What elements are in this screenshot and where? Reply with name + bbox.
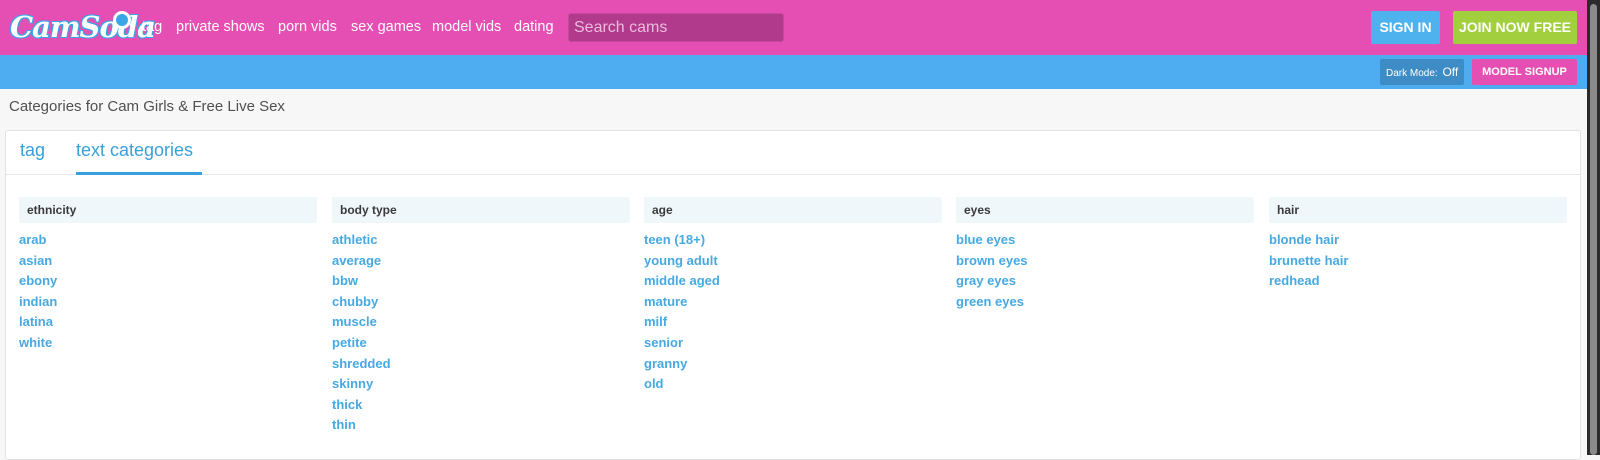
logo-bubble-icon xyxy=(113,11,131,29)
category-link[interactable]: milf xyxy=(644,312,942,333)
join-now-button[interactable]: JOIN NOW FREE xyxy=(1453,11,1577,44)
tab-text-categories[interactable]: text categories xyxy=(76,140,193,161)
category-heading: body type xyxy=(332,197,630,223)
nav-link-porn-vids[interactable]: porn vids xyxy=(278,0,337,55)
category-column-eyes: eyes blue eyes brown eyes gray eyes gree… xyxy=(956,197,1254,312)
camsoda-logo[interactable]: CamSoda xyxy=(10,8,156,46)
category-heading: hair xyxy=(1269,197,1567,223)
category-list: athletic average bbw chubby muscle petit… xyxy=(332,230,630,436)
category-link[interactable]: white xyxy=(19,333,317,354)
sub-header-bar xyxy=(0,55,1587,89)
category-link[interactable]: shredded xyxy=(332,354,630,375)
category-link[interactable]: blonde hair xyxy=(1269,230,1567,251)
category-heading: age xyxy=(644,197,942,223)
category-link[interactable]: thick xyxy=(332,395,630,416)
category-link[interactable]: arab xyxy=(19,230,317,251)
model-signup-button[interactable]: MODEL SIGNUP xyxy=(1472,59,1577,85)
nav-link-dating[interactable]: dating xyxy=(514,0,554,55)
nav-link-private-shows[interactable]: private shows xyxy=(176,0,265,55)
category-link[interactable]: blue eyes xyxy=(956,230,1254,251)
category-link[interactable]: latina xyxy=(19,312,317,333)
dark-mode-value: Off xyxy=(1442,65,1459,79)
dark-mode-toggle[interactable]: Dark Mode: Off xyxy=(1380,59,1464,85)
nav-link-sex-games[interactable]: sex games xyxy=(351,0,421,55)
category-column-ethnicity: ethnicity arab asian ebony indian latina… xyxy=(19,197,317,354)
category-list: blonde hair brunette hair redhead xyxy=(1269,230,1567,292)
sign-in-button[interactable]: SIGN IN xyxy=(1371,11,1440,44)
tab-tag[interactable]: tag xyxy=(20,140,45,161)
category-link[interactable]: middle aged xyxy=(644,271,942,292)
category-link[interactable]: bbw xyxy=(332,271,630,292)
category-link[interactable]: redhead xyxy=(1269,271,1567,292)
category-link[interactable]: brown eyes xyxy=(956,251,1254,272)
category-link[interactable]: average xyxy=(332,251,630,272)
category-link[interactable]: athletic xyxy=(332,230,630,251)
category-column-age: age teen (18+) young adult middle aged m… xyxy=(644,197,942,395)
category-list: arab asian ebony indian latina white xyxy=(19,230,317,354)
category-link[interactable]: senior xyxy=(644,333,942,354)
search-input[interactable] xyxy=(568,13,784,42)
category-column-hair: hair blonde hair brunette hair redhead xyxy=(1269,197,1567,292)
category-link[interactable]: ebony xyxy=(19,271,317,292)
category-link[interactable]: brunette hair xyxy=(1269,251,1567,272)
category-link[interactable]: gray eyes xyxy=(956,271,1254,292)
category-heading: ethnicity xyxy=(19,197,317,223)
category-link[interactable]: green eyes xyxy=(956,292,1254,313)
category-link[interactable]: mature xyxy=(644,292,942,313)
category-link[interactable]: thin xyxy=(332,415,630,436)
logo-text: CamSoda xyxy=(10,10,156,44)
category-link[interactable]: asian xyxy=(19,251,317,272)
category-link[interactable]: skinny xyxy=(332,374,630,395)
category-list: blue eyes brown eyes gray eyes green eye… xyxy=(956,230,1254,312)
category-link[interactable]: granny xyxy=(644,354,942,375)
category-list: teen (18+) young adult middle aged matur… xyxy=(644,230,942,395)
nav-link-model-vids[interactable]: model vids xyxy=(432,0,501,55)
active-tab-indicator xyxy=(76,172,202,175)
category-link[interactable]: teen (18+) xyxy=(644,230,942,251)
nav-link-tag[interactable]: tag xyxy=(142,0,162,55)
scrollbar-thumb[interactable] xyxy=(1590,4,1597,455)
category-column-body-type: body type athletic average bbw chubby mu… xyxy=(332,197,630,436)
category-link[interactable]: indian xyxy=(19,292,317,313)
tab-divider xyxy=(5,174,1581,175)
page-title: Categories for Cam Girls & Free Live Sex xyxy=(9,98,285,115)
dark-mode-label: Dark Mode: xyxy=(1386,68,1438,79)
category-link[interactable]: old xyxy=(644,374,942,395)
category-link[interactable]: young adult xyxy=(644,251,942,272)
category-link[interactable]: petite xyxy=(332,333,630,354)
category-link[interactable]: muscle xyxy=(332,312,630,333)
category-link[interactable]: chubby xyxy=(332,292,630,313)
category-heading: eyes xyxy=(956,197,1254,223)
